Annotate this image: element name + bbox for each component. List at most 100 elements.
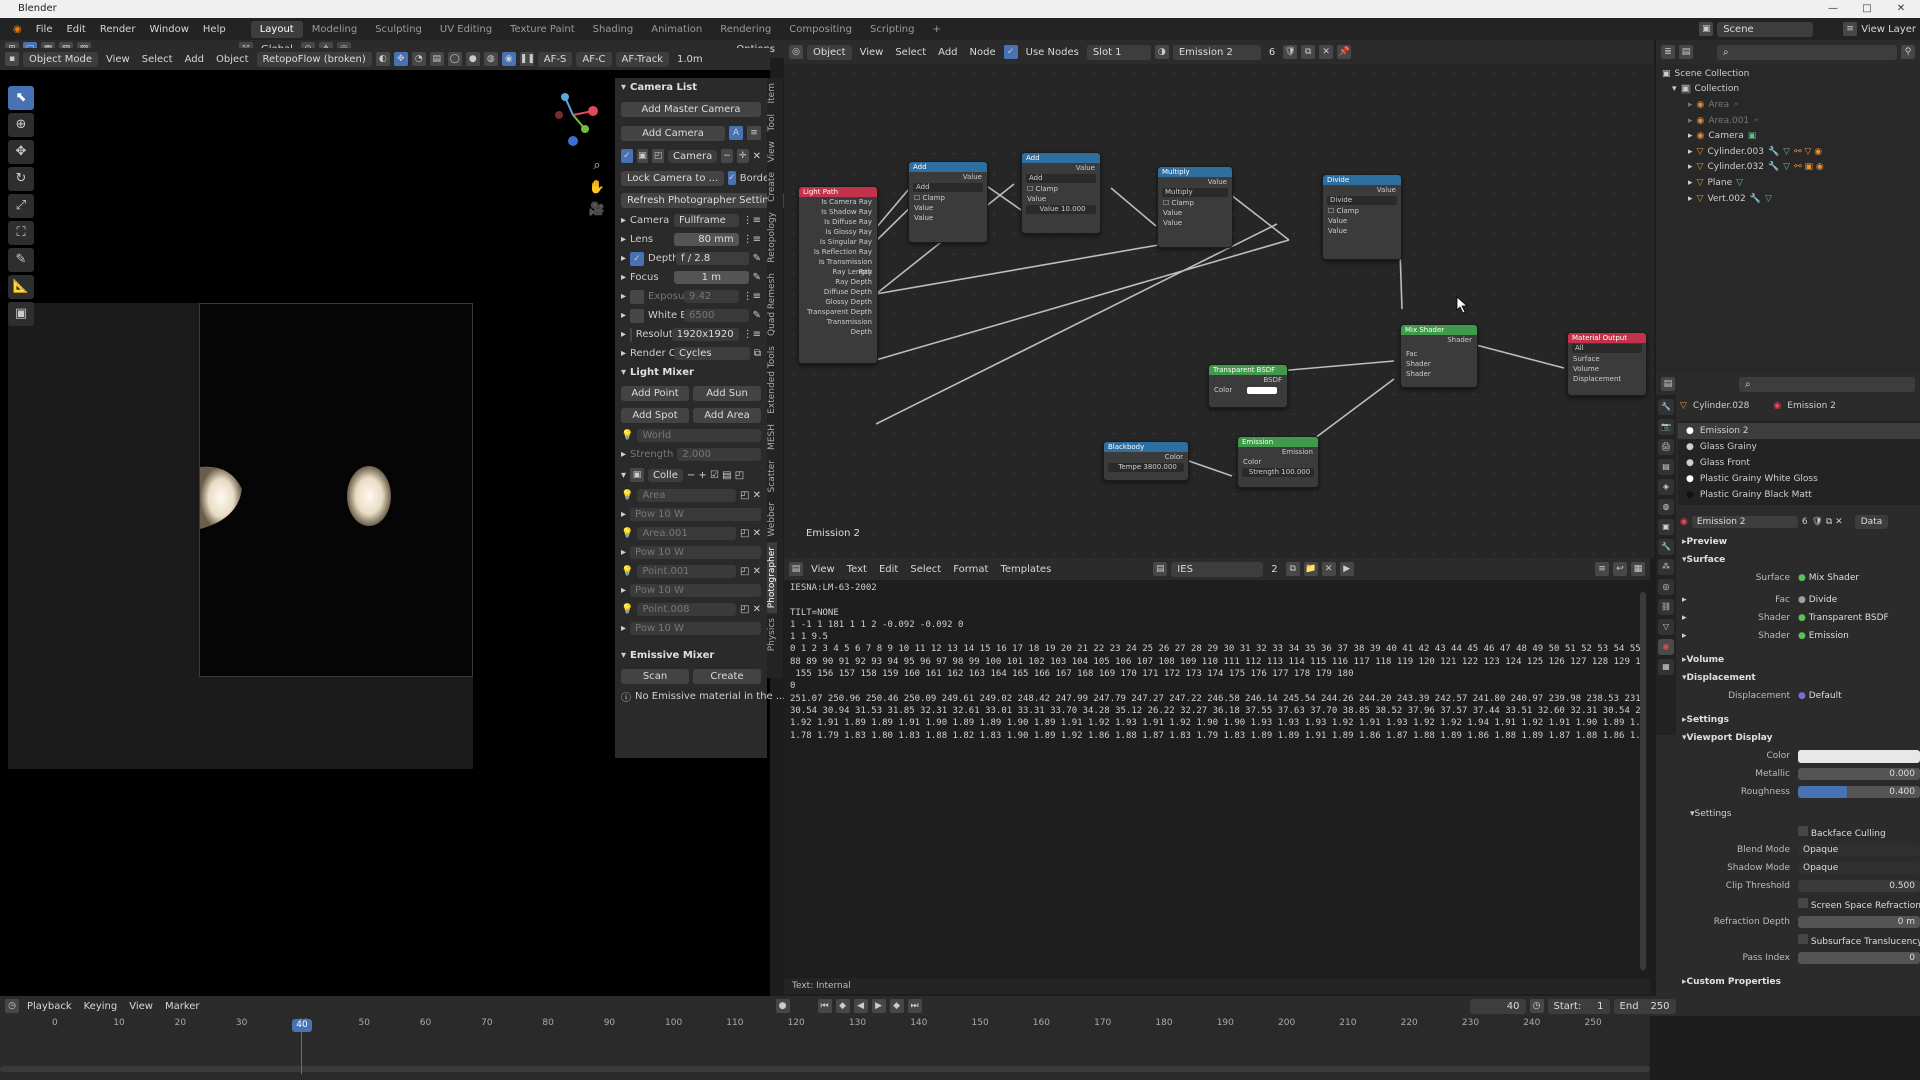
material-slot[interactable]: ● Plastic Grainy White Gloss <box>1678 471 1920 487</box>
menu-format[interactable]: Format <box>949 562 992 577</box>
material-datablock-field[interactable]: Emission 2 <box>1691 516 1798 528</box>
af-c-toggle[interactable]: AF-C <box>576 51 612 67</box>
menu-window[interactable]: Window <box>142 24 195 35</box>
af-track-toggle[interactable]: AF-Track <box>615 51 669 67</box>
vd-roughness-row[interactable]: Roughness 0.400 <box>1676 783 1920 801</box>
shadow-mode-row[interactable]: Shadow Mode Opaque <box>1676 859 1920 877</box>
gizmo-icon[interactable]: ✥ <box>393 52 408 66</box>
tab-modeling[interactable]: Modeling <box>303 21 367 38</box>
measure-tool-icon[interactable]: 📐 <box>8 275 34 299</box>
settings-panel-header[interactable]: Settings <box>1687 715 1729 725</box>
vd-metallic-row[interactable]: Metallic 0.000 <box>1676 765 1920 783</box>
outliner-item-area-001[interactable]: ▸ ◉ Area.001 🗲 <box>1656 113 1920 129</box>
menu-add[interactable]: Add <box>934 45 961 60</box>
minimize-icon[interactable]: — <box>1816 0 1850 18</box>
line-numbers-icon[interactable]: ≡ <box>1595 562 1609 576</box>
node-blackbody[interactable]: Blackbody Color Tempe 3800.000 <box>1103 441 1189 481</box>
create-button[interactable]: Create <box>693 668 761 684</box>
annotate-tool-icon[interactable]: ✎ <box>8 248 34 272</box>
physics-tab-icon[interactable]: ◎ <box>1658 579 1674 595</box>
material-slot[interactable]: ● Plastic Grainy Black Matt <box>1678 487 1920 503</box>
menu-node[interactable]: Node <box>966 45 1000 60</box>
vd-color-row[interactable]: Color <box>1676 747 1920 765</box>
xray-icon[interactable]: ▤ <box>429 52 444 66</box>
menu-select[interactable]: Select <box>138 52 177 67</box>
node-mix-shader[interactable]: Mix Shader Shader Fac Shader Shader <box>1400 324 1478 388</box>
auto-key-icon[interactable]: ● <box>775 999 790 1013</box>
refresh-photographer-button[interactable]: Refresh Photographer Settings <box>621 192 787 208</box>
constraints-tab-icon[interactable]: ⛓ <box>1658 599 1674 615</box>
tab-sculpting[interactable]: Sculpting <box>366 21 431 38</box>
add-spot-button[interactable]: Add Spot <box>621 407 689 423</box>
tab-mesh[interactable]: MESH <box>767 419 777 455</box>
target-icon[interactable]: ✛ <box>736 149 749 163</box>
minus-icon[interactable]: − <box>721 149 733 163</box>
start-frame-field[interactable]: Start: 1 <box>1547 998 1610 1014</box>
node-light-path[interactable]: Light Path Is Camera Ray Is Shadow Ray I… <box>798 186 878 364</box>
world-strength-field[interactable]: 2.000 <box>677 448 761 461</box>
duplicate-material-icon[interactable]: ⧉ <box>1301 45 1316 59</box>
data-tab-icon[interactable]: ▽ <box>1658 619 1674 635</box>
border-checkbox[interactable]: ✓ <box>728 171 736 185</box>
jump-end-icon[interactable]: ⏭ <box>907 999 922 1013</box>
light-name-point-001[interactable]: Point.001 <box>637 565 736 578</box>
tool-tab-icon[interactable]: 🔧 <box>1658 399 1674 415</box>
tab-create[interactable]: Create <box>767 167 777 207</box>
menu-render[interactable]: Render <box>93 24 143 35</box>
camera-list-header[interactable]: Camera List <box>630 82 697 93</box>
add-point-button[interactable]: Add Point <box>621 385 689 401</box>
pin-icon[interactable]: 📌 <box>1337 45 1352 59</box>
tab-texture-paint[interactable]: Texture Paint <box>501 21 584 38</box>
editor-type-icon[interactable]: ▤ <box>789 562 803 576</box>
text-scrollbar[interactable] <box>1640 592 1646 970</box>
material-shading-icon[interactable]: ◍ <box>483 52 498 66</box>
menu-view[interactable]: View <box>125 999 157 1014</box>
editor-type-icon[interactable]: ≣ <box>1661 45 1675 59</box>
tab-photographer[interactable]: Photographer <box>767 541 777 613</box>
fac-row[interactable]: ▸ Fac ● Divide <box>1676 591 1920 609</box>
particles-tab-icon[interactable]: ⁂ <box>1658 559 1674 575</box>
playhead[interactable]: 40 <box>292 1019 312 1032</box>
menu-add[interactable]: Add <box>181 52 208 67</box>
displacement-row[interactable]: Displacement ● Default <box>1676 687 1920 705</box>
visibility-icon[interactable]: ◐ <box>375 52 390 66</box>
light-power-point-001[interactable]: Pow 10 W <box>630 584 761 597</box>
camera-name-label[interactable]: Camera <box>668 149 718 163</box>
maximize-icon[interactable]: □ <box>1850 0 1884 18</box>
menu-file[interactable]: File <box>29 24 60 35</box>
light-name-area-001[interactable]: Area.001 <box>637 527 736 540</box>
outliner-item-plane[interactable]: ▸ ▽ Plane ▽ <box>1656 175 1920 191</box>
material-slot[interactable]: ● Glass Grainy <box>1678 439 1920 455</box>
texture-tab-icon[interactable]: ▦ <box>1658 659 1674 675</box>
af-distance-value[interactable]: 1.0m <box>673 52 707 67</box>
focus-row[interactable]: ▸ Focus 1 m ✎ <box>615 268 767 287</box>
add-camera-button[interactable]: Add Camera <box>621 125 725 141</box>
wireframe-shading-icon[interactable]: ◯ <box>447 52 462 66</box>
light-power-area[interactable]: Pow 10 W <box>630 508 761 521</box>
properties-search-input[interactable]: ⌕ <box>1739 376 1915 392</box>
vd-settings-subheader[interactable]: Settings <box>1695 809 1732 819</box>
collection-field[interactable]: Colle <box>648 468 683 482</box>
collapse-icon[interactable]: ▾ <box>621 82 626 93</box>
outliner-item-vert-002[interactable]: ▸ ▽ Vert.002 🔧 ▽ <box>1656 191 1920 207</box>
light-name-point-008[interactable]: Point.008 <box>637 603 736 616</box>
render-engine-row[interactable]: ▸ Render C Cycles ⧉ <box>615 344 767 363</box>
zoom-icon[interactable]: ⌕ <box>588 155 606 177</box>
white-balance-row[interactable]: ▸ White B 6500 ✎ <box>615 306 767 325</box>
exposure-row[interactable]: ▸ Exposure 9.42 ⋮≡ <box>615 287 767 306</box>
scene-tab-icon[interactable]: ◈ <box>1658 479 1674 495</box>
preview-panel-header[interactable]: Preview <box>1687 537 1728 547</box>
mode-selector[interactable]: Object Mode <box>23 51 98 67</box>
new-text-icon[interactable]: ⧉ <box>1285 562 1300 576</box>
world-field[interactable]: World <box>637 429 761 442</box>
view-layer-tab-icon[interactable]: ▤ <box>1658 459 1674 475</box>
prev-key-icon[interactable]: ◆ <box>835 999 850 1013</box>
navigation-gizmo[interactable] <box>543 85 611 153</box>
scene-selector[interactable]: Scene <box>1717 21 1814 37</box>
material-user-count[interactable]: 6 <box>1802 517 1808 527</box>
light-power-area-001[interactable]: Pow 10 W <box>630 546 761 559</box>
depth-of-field-row[interactable]: ▸ ✓ Depth of / 2.8 ✎ <box>615 249 767 268</box>
transform-tool-icon[interactable]: ⛶ <box>8 221 34 245</box>
object-tab-icon[interactable]: ▣ <box>1658 519 1674 535</box>
editor-type-icon[interactable]: ◎ <box>789 45 803 59</box>
